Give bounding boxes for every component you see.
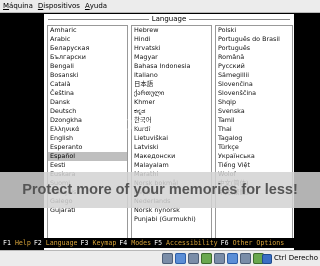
language-option[interactable]: Türkçe <box>216 143 292 152</box>
fkey-label[interactable]: Help <box>15 239 31 247</box>
promo-banner: Protect more of your memories for less! <box>0 172 320 208</box>
language-option[interactable]: Amharic <box>48 26 127 35</box>
photobucket-logo-watermark: photobucket <box>90 113 199 135</box>
function-key-bar: F1 Help F2 Language F3 Keymap F4 Modes F5 Ac… <box>0 238 320 248</box>
language-option[interactable]: ქართული <box>132 89 211 98</box>
network-icon[interactable] <box>201 253 212 264</box>
floppy-icon[interactable] <box>188 253 199 264</box>
menu-item-2[interactable]: Ayuda <box>82 0 109 12</box>
keyboard-icon <box>262 253 273 264</box>
language-option[interactable]: Română <box>216 53 292 62</box>
language-option[interactable]: Български <box>48 53 127 62</box>
fkey-label[interactable]: Keymap <box>92 239 116 247</box>
language-option[interactable]: Slovenčina <box>216 80 292 89</box>
language-option[interactable]: Italiano <box>132 71 211 80</box>
language-option[interactable]: Hindi <box>132 35 211 44</box>
language-option[interactable]: Malayalam <box>132 161 211 170</box>
host-key-indicator: Ctrl Derecho <box>262 252 318 265</box>
language-option[interactable]: Punjabi (Gurmukhi) <box>132 215 211 224</box>
fkey-f3[interactable]: F3 <box>78 239 89 247</box>
language-option[interactable]: Português <box>216 44 292 53</box>
language-option[interactable]: Hrvatski <box>132 44 211 53</box>
fkey-label[interactable]: Language <box>46 239 78 247</box>
dialog-title: Language <box>44 14 294 24</box>
language-option[interactable]: Arabic <box>48 35 127 44</box>
vm-statusbar: Ctrl Derecho <box>0 250 320 266</box>
fkey-label[interactable]: Modes <box>131 239 151 247</box>
language-option[interactable]: Esperanto <box>48 143 127 152</box>
language-option[interactable]: Tiếng Việt <box>216 161 292 170</box>
language-option[interactable]: Македонски <box>132 152 211 161</box>
language-option[interactable]: Bengali <box>48 62 127 71</box>
language-option[interactable]: Русский <box>216 62 292 71</box>
language-option[interactable]: Polski <box>216 26 292 35</box>
language-option[interactable]: Беларуская <box>48 44 127 53</box>
optical-drive-icon[interactable] <box>175 253 186 264</box>
language-option[interactable]: Español <box>48 152 127 161</box>
menu-item-0[interactable]: Máquina <box>0 0 35 12</box>
usb-icon[interactable] <box>214 253 225 264</box>
language-option[interactable]: Català <box>48 80 127 89</box>
fkey-f1[interactable]: F1 <box>0 239 11 247</box>
display-icon[interactable] <box>240 253 251 264</box>
language-option[interactable]: Latviski <box>132 143 211 152</box>
fkey-f5[interactable]: F5 <box>151 239 162 247</box>
menubar: Máquina Dispositivos Ayuda <box>0 0 320 13</box>
device-icons <box>162 253 264 264</box>
language-option[interactable]: Sämegillii <box>216 71 292 80</box>
language-option[interactable]: Eesti <box>48 161 127 170</box>
hard-disk-icon[interactable] <box>162 253 173 264</box>
menu-item-1[interactable]: Dispositivos <box>35 0 82 12</box>
language-option[interactable]: Português do Brasil <box>216 35 292 44</box>
language-option[interactable]: Українська <box>216 152 292 161</box>
fkey-f4[interactable]: F4 <box>116 239 127 247</box>
fkey-f6[interactable]: F6 <box>218 239 229 247</box>
language-option[interactable]: Bahasa Indonesia <box>132 62 211 71</box>
language-option[interactable]: 日本語 <box>132 80 211 89</box>
fkey-label[interactable]: Other Options <box>233 239 285 247</box>
language-option[interactable]: Hebrew <box>132 26 211 35</box>
language-option[interactable]: Bosanski <box>48 71 127 80</box>
language-option[interactable]: Čeština <box>48 89 127 98</box>
fkey-label[interactable]: Accessibility <box>166 239 218 247</box>
language-option[interactable]: Magyar <box>132 53 211 62</box>
language-option[interactable]: Slovenščina <box>216 89 292 98</box>
shared-folders-icon[interactable] <box>227 253 238 264</box>
fkey-f2[interactable]: F2 <box>31 239 42 247</box>
